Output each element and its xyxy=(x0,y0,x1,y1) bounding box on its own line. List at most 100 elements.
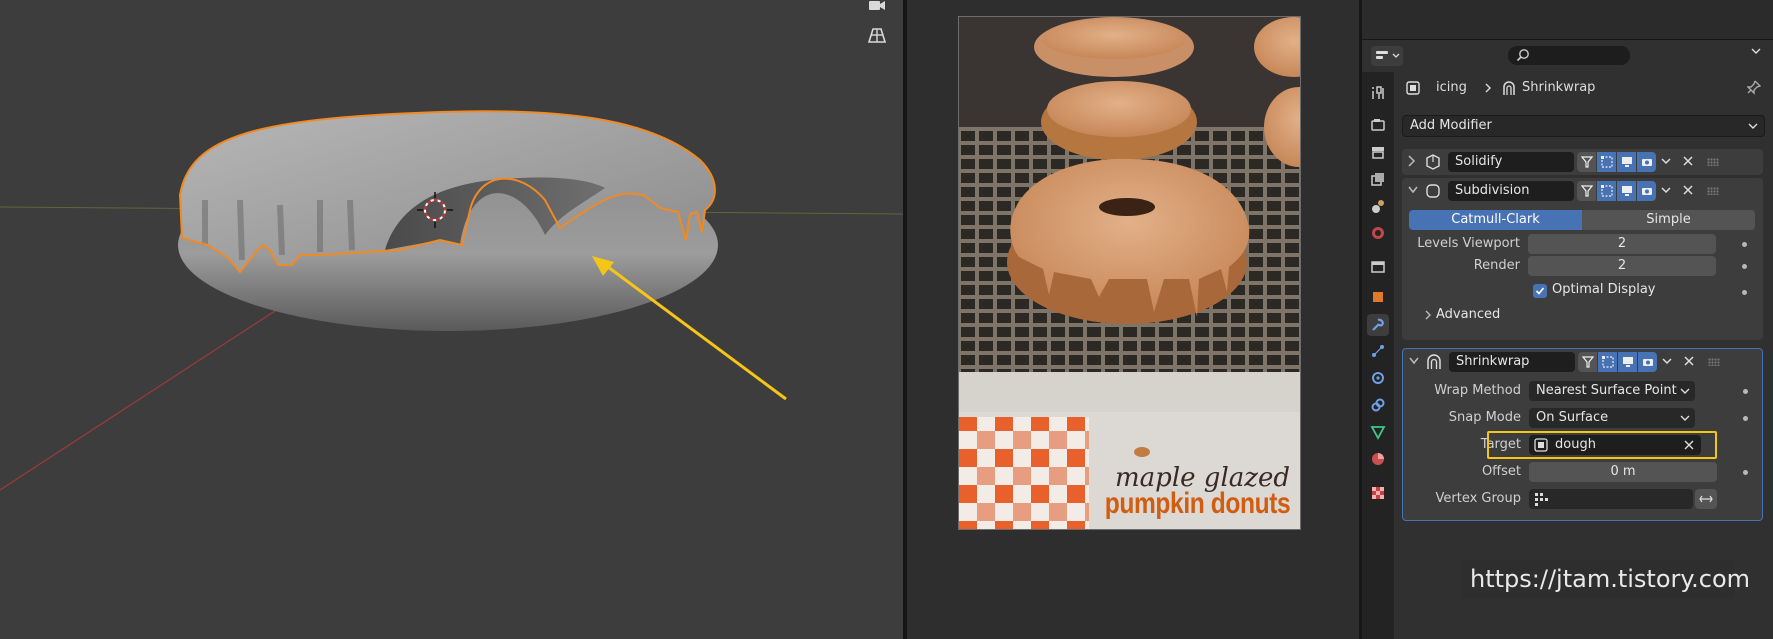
chevron-down-icon xyxy=(1680,388,1690,394)
solidify-icon xyxy=(1426,154,1440,170)
target-highlight-box xyxy=(1487,431,1717,459)
vertex-group-icon xyxy=(1535,493,1548,506)
drag-handle[interactable] xyxy=(1707,187,1719,195)
particles-tab[interactable] xyxy=(1367,340,1389,362)
output-icon xyxy=(1372,147,1384,159)
material-tab[interactable] xyxy=(1367,448,1389,470)
chevron-down-icon[interactable] xyxy=(1662,354,1672,368)
optimal-display-checkbox[interactable] xyxy=(1533,284,1547,298)
viewport-scene[interactable] xyxy=(0,0,903,639)
drag-handle[interactable] xyxy=(1708,358,1720,366)
offset-label: Offset xyxy=(1481,464,1521,479)
funnel-icon xyxy=(1580,185,1593,197)
keyframe-dot[interactable] xyxy=(1742,242,1747,247)
render-icon xyxy=(1371,119,1385,131)
render-tab[interactable] xyxy=(1367,114,1389,136)
collapse-toggle-icon[interactable] xyxy=(1407,183,1419,197)
image-editor[interactable]: maple glazed pumpkin donuts xyxy=(907,0,1359,639)
viewport-toggle[interactable] xyxy=(1618,352,1637,372)
checkmark-icon xyxy=(1535,287,1545,295)
render-levels-field[interactable]: 2 xyxy=(1528,256,1716,276)
top-empty-area xyxy=(1362,0,1773,40)
viewport-toggle[interactable] xyxy=(1617,181,1636,201)
optimal-display-label[interactable]: Optimal Display xyxy=(1552,282,1656,297)
keyframe-dot[interactable] xyxy=(1742,290,1747,295)
vertex-group-field[interactable] xyxy=(1529,489,1693,509)
output-tab[interactable] xyxy=(1367,141,1389,163)
tool-tab[interactable] xyxy=(1367,82,1389,104)
advanced-subpanel-label[interactable]: Advanced xyxy=(1436,307,1500,322)
3d-viewport[interactable] xyxy=(0,0,903,639)
keyframe-dot[interactable] xyxy=(1742,264,1747,269)
on-cage-toggle[interactable] xyxy=(1577,181,1596,201)
texture-icon xyxy=(1372,487,1384,499)
on-cage-toggle[interactable] xyxy=(1577,152,1596,172)
texture-tab[interactable] xyxy=(1367,482,1389,504)
properties-tabs xyxy=(1362,72,1394,639)
chevron-down-icon[interactable] xyxy=(1751,47,1761,55)
subdivision-algorithm: Catmull-Clark Simple xyxy=(1409,210,1755,230)
physics-tab[interactable] xyxy=(1367,367,1389,389)
render-toggle[interactable] xyxy=(1637,181,1656,201)
pin-icon[interactable] xyxy=(1747,80,1761,96)
object-icon xyxy=(1406,81,1420,95)
keyframe-dot[interactable] xyxy=(1743,416,1748,421)
collapse-toggle-icon[interactable] xyxy=(1408,354,1420,368)
vertex-group-label: Vertex Group xyxy=(1435,491,1522,506)
offset-field[interactable]: 0 m xyxy=(1529,462,1717,482)
modifier-tab[interactable] xyxy=(1367,314,1389,336)
snap-mode-label: Snap Mode xyxy=(1448,410,1521,425)
simple-option[interactable]: Simple xyxy=(1582,210,1755,230)
drag-handle[interactable] xyxy=(1707,158,1719,166)
search-input[interactable] xyxy=(1508,46,1630,65)
modifier-name-field[interactable]: Shrinkwrap xyxy=(1449,352,1575,372)
chevron-down-icon[interactable] xyxy=(1661,183,1671,197)
keyframe-dot[interactable] xyxy=(1743,470,1748,475)
editor-type-button[interactable] xyxy=(1371,46,1403,66)
properties-editor-icon xyxy=(1375,51,1388,59)
monitor-icon xyxy=(1622,357,1633,367)
edit-mode-toggle[interactable] xyxy=(1597,181,1616,201)
view-layer-tab[interactable] xyxy=(1367,168,1389,190)
chevron-down-icon xyxy=(1748,123,1758,129)
render-toggle[interactable] xyxy=(1637,152,1656,172)
add-modifier-button[interactable]: Add Modifier xyxy=(1402,115,1765,137)
edit-mode-icon xyxy=(1600,185,1613,197)
levels-viewport-field[interactable]: 2 xyxy=(1528,234,1716,254)
viewport-toggle[interactable] xyxy=(1617,152,1636,172)
close-icon[interactable] xyxy=(1682,154,1694,168)
invert-vertex-group-button[interactable] xyxy=(1695,489,1717,509)
close-icon[interactable] xyxy=(1683,354,1695,368)
properties-editor[interactable]: icing Shrinkwrap Add Modifier Solidify S… xyxy=(1362,0,1773,639)
wrap-method-label: Wrap Method xyxy=(1434,383,1521,398)
edit-mode-toggle[interactable] xyxy=(1598,352,1617,372)
camera-icon xyxy=(1642,359,1653,366)
collection-tab[interactable] xyxy=(1367,256,1389,278)
constraints-tab[interactable] xyxy=(1367,394,1389,416)
material-icon xyxy=(1372,453,1384,465)
modifier-panel-solidify: Solidify xyxy=(1402,149,1763,175)
scene-tab[interactable] xyxy=(1367,195,1389,217)
modifier-name-field[interactable]: Subdivision xyxy=(1448,181,1574,201)
on-cage-toggle[interactable] xyxy=(1578,352,1597,372)
edit-mode-toggle[interactable] xyxy=(1597,152,1616,172)
monitor-icon xyxy=(1621,186,1632,196)
expand-toggle-icon[interactable] xyxy=(1407,154,1417,168)
grid-view-icon[interactable] xyxy=(864,22,890,48)
render-toggle[interactable] xyxy=(1638,352,1657,372)
chevron-down-icon xyxy=(1680,415,1690,421)
keyframe-dot[interactable] xyxy=(1743,389,1748,394)
data-tab[interactable] xyxy=(1367,421,1389,443)
reference-photo-art xyxy=(959,17,1300,529)
close-icon[interactable] xyxy=(1682,183,1694,197)
object-tab[interactable] xyxy=(1367,286,1389,308)
camera-icon[interactable] xyxy=(864,0,890,18)
breadcrumb-modifier: Shrinkwrap xyxy=(1522,80,1596,95)
world-tab[interactable] xyxy=(1367,222,1389,244)
catmull-clark-option[interactable]: Catmull-Clark xyxy=(1409,210,1582,230)
wrap-method-dropdown[interactable]: Nearest Surface Point xyxy=(1529,381,1695,401)
modifier-name-field[interactable]: Solidify xyxy=(1448,152,1574,172)
chevron-down-icon[interactable] xyxy=(1661,154,1671,168)
snap-mode-dropdown[interactable]: On Surface xyxy=(1529,408,1695,428)
chevron-right-icon[interactable] xyxy=(1424,309,1432,321)
